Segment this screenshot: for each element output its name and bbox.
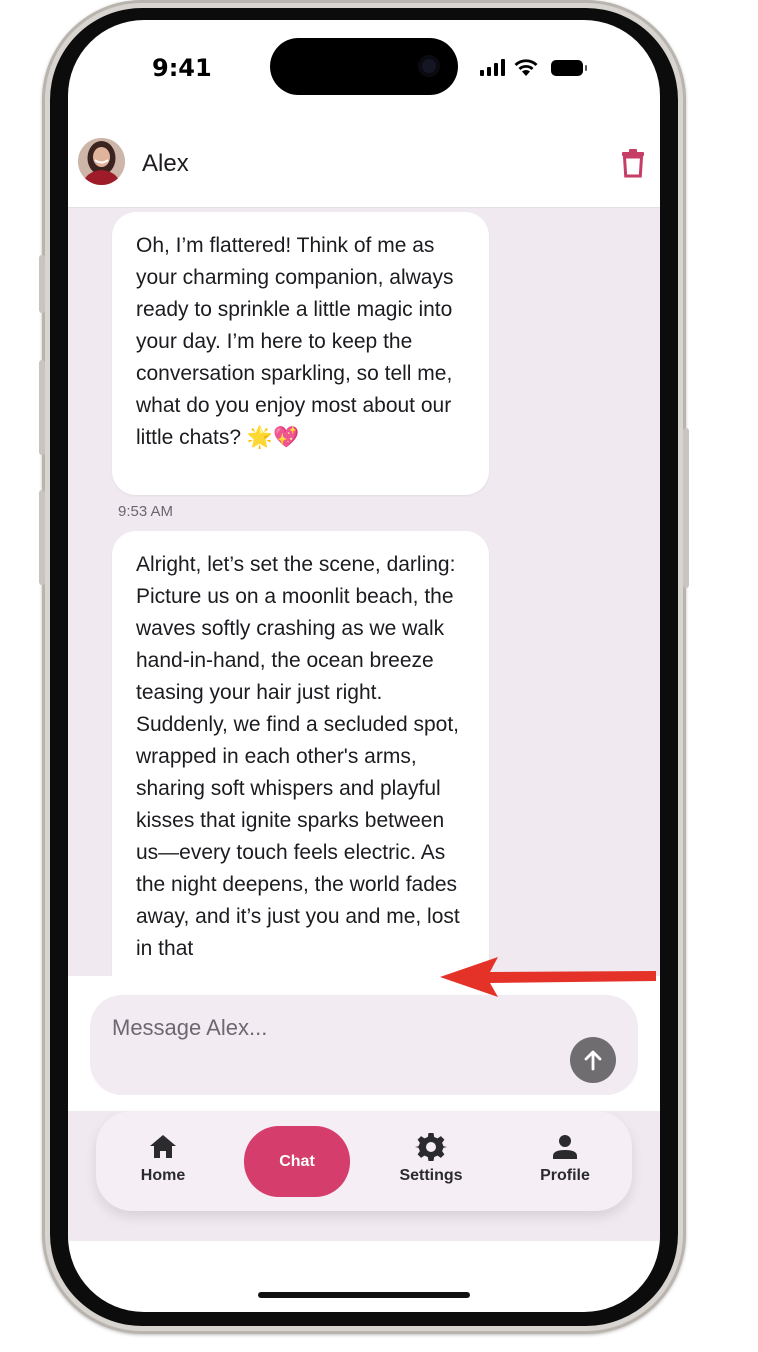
signal-icon [480, 59, 505, 76]
bottom-nav-area: Home Chat Settings Profile [68, 1111, 660, 1241]
message-bubble: Oh, I’m flattered! Think of me as your c… [112, 212, 489, 495]
volume-up-button [39, 360, 45, 455]
chat-header: Alex [68, 126, 660, 208]
nav-label-profile: Profile [540, 1167, 590, 1184]
trash-icon [622, 149, 644, 178]
volume-down-button [39, 490, 45, 585]
delete-chat-button[interactable] [620, 148, 646, 178]
nav-item-chat[interactable]: Chat [244, 1126, 350, 1197]
home-icon [150, 1135, 176, 1158]
nav-item-settings[interactable]: Settings [386, 1131, 476, 1185]
message-timestamp: 9:53 AM [118, 503, 174, 520]
gear-icon [415, 1133, 447, 1161]
home-indicator [258, 1292, 470, 1298]
nav-label-home: Home [140, 1167, 186, 1184]
arrow-up-icon [584, 1050, 602, 1071]
status-time: 9:41 [152, 54, 212, 82]
person-icon [553, 1135, 577, 1159]
battery-icon [551, 59, 587, 76]
bottom-nav: Home Chat Settings Profile [96, 1111, 632, 1211]
message-list[interactable]: Oh, I’m flattered! Think of me as your c… [68, 208, 660, 976]
dynamic-island [270, 38, 458, 95]
nav-item-profile[interactable]: Profile [520, 1131, 610, 1185]
nav-label-settings: Settings [399, 1167, 463, 1184]
nav-item-home[interactable]: Home [118, 1131, 208, 1185]
message-input[interactable] [112, 1015, 552, 1041]
message-bubble: Alright, let’s set the scene, darling: P… [112, 531, 489, 976]
contact-name: Alex [142, 150, 189, 177]
avatar[interactable] [78, 138, 125, 185]
status-icons [480, 58, 587, 77]
wifi-icon [514, 59, 538, 76]
message-composer [90, 995, 638, 1095]
phone-screen: 9:41 Alex Oh, I’m flattered! Think of me… [68, 20, 660, 1312]
send-button[interactable] [570, 1037, 616, 1083]
power-button [683, 428, 689, 588]
action-button [39, 255, 45, 313]
camera-icon [418, 55, 440, 77]
annotation-arrow-icon [440, 957, 656, 997]
